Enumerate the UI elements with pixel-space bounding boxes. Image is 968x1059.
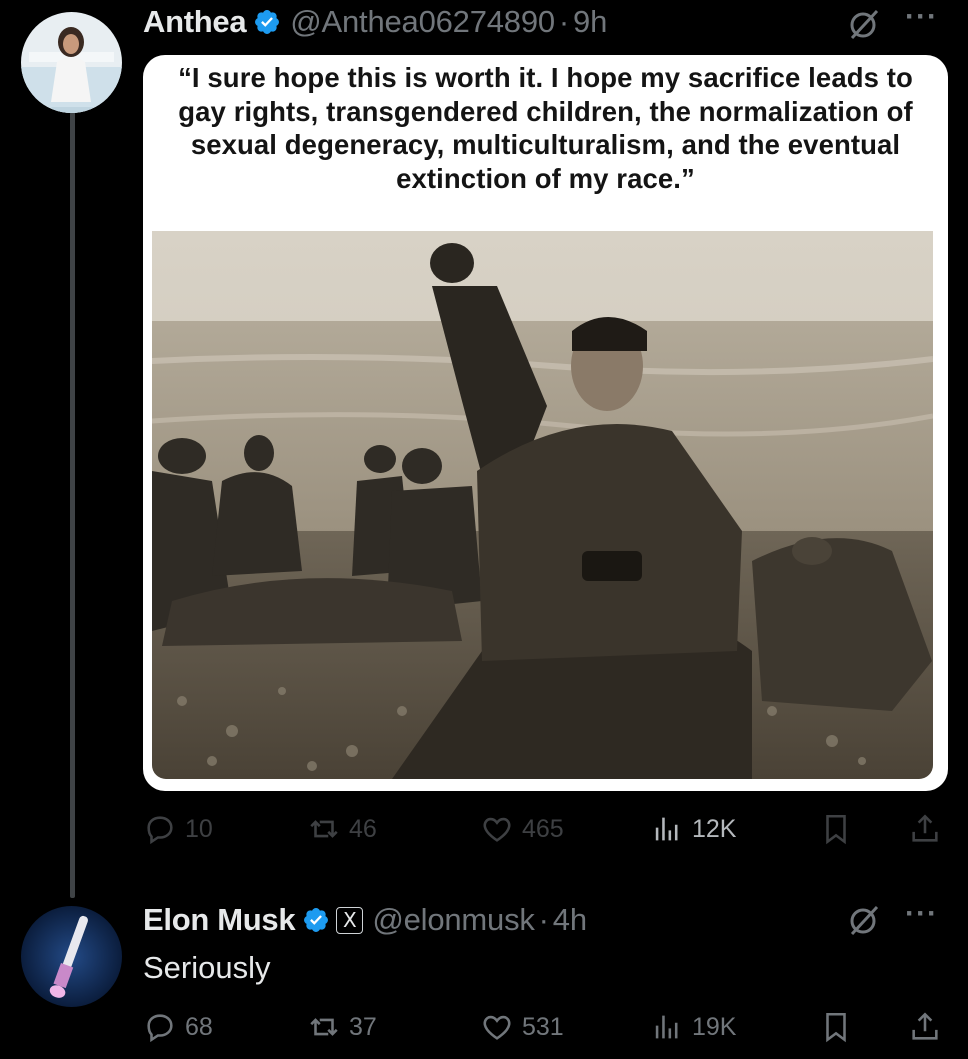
thread: Anthea @Anthea06274890 · 9h ··· “I sure … bbox=[0, 0, 968, 1059]
avatar-anthea[interactable] bbox=[21, 12, 122, 113]
reply-count: 10 bbox=[185, 814, 213, 843]
repost-button[interactable]: 46 bbox=[307, 809, 377, 849]
separator-dot: · bbox=[538, 902, 549, 937]
like-icon bbox=[483, 817, 511, 842]
tweet-actions: 10 46 465 12K bbox=[143, 809, 943, 849]
repost-button[interactable]: 37 bbox=[307, 1007, 377, 1047]
share-button[interactable] bbox=[908, 809, 942, 849]
author-name[interactable]: Anthea bbox=[143, 2, 247, 42]
reply-button[interactable]: 10 bbox=[143, 809, 213, 849]
author-name[interactable]: Elon Musk bbox=[143, 900, 296, 940]
share-icon bbox=[912, 1012, 938, 1040]
author-handle[interactable]: @elonmusk bbox=[372, 900, 535, 940]
bookmark-icon bbox=[826, 1012, 846, 1043]
reply-header: Elon Musk X @elonmusk · 4h bbox=[143, 900, 587, 940]
share-button[interactable] bbox=[908, 1007, 942, 1047]
views-count: 19K bbox=[692, 1012, 737, 1041]
reply-count: 68 bbox=[185, 1012, 213, 1041]
bookmark-icon bbox=[826, 814, 846, 845]
affiliate-x-badge[interactable]: X bbox=[336, 906, 364, 934]
views-count: 12K bbox=[692, 814, 737, 843]
tweet-time[interactable]: 9h bbox=[573, 2, 607, 42]
reply-time[interactable]: 4h bbox=[553, 900, 587, 940]
like-button[interactable]: 465 bbox=[480, 809, 564, 849]
like-button[interactable]: 531 bbox=[480, 1007, 564, 1047]
tweet-header: Anthea @Anthea06274890 · 9h bbox=[143, 2, 607, 42]
separator-dot: · bbox=[558, 4, 570, 39]
reply-text: Seriously bbox=[143, 950, 271, 985]
thread-connector bbox=[70, 112, 75, 898]
more-icon[interactable]: ··· bbox=[905, 897, 938, 931]
bookmark-button[interactable] bbox=[819, 1007, 853, 1047]
more-icon[interactable]: ··· bbox=[905, 0, 938, 34]
reply-icon bbox=[147, 1014, 173, 1043]
grok-icon[interactable] bbox=[846, 902, 882, 938]
like-count: 465 bbox=[522, 814, 564, 843]
views-icon bbox=[655, 817, 678, 841]
reply-icon bbox=[147, 816, 173, 845]
repost-count: 46 bbox=[349, 814, 377, 843]
repost-icon bbox=[310, 1018, 338, 1036]
author-handle[interactable]: @Anthea06274890 bbox=[290, 2, 555, 42]
grok-icon[interactable] bbox=[846, 6, 882, 42]
bookmark-button[interactable] bbox=[819, 809, 853, 849]
beach-photo bbox=[152, 231, 933, 779]
views-icon bbox=[655, 1015, 678, 1039]
tweet-media[interactable]: “I sure hope this is worth it. I hope my… bbox=[143, 55, 948, 791]
like-icon bbox=[483, 1015, 511, 1040]
repost-count: 37 bbox=[349, 1012, 377, 1041]
verified-badge-icon bbox=[302, 906, 330, 934]
views-button[interactable]: 19K bbox=[650, 1007, 736, 1047]
avatar-elon[interactable] bbox=[21, 906, 122, 1007]
verified-badge-icon bbox=[253, 8, 281, 36]
repost-icon bbox=[310, 820, 338, 838]
quote-text: “I sure hope this is worth it. I hope my… bbox=[178, 62, 913, 194]
reply-actions: 68 37 531 19K bbox=[143, 1007, 943, 1047]
share-icon bbox=[912, 814, 938, 842]
like-count: 531 bbox=[522, 1012, 564, 1041]
views-button[interactable]: 12K bbox=[650, 809, 736, 849]
reply-button[interactable]: 68 bbox=[143, 1007, 213, 1047]
